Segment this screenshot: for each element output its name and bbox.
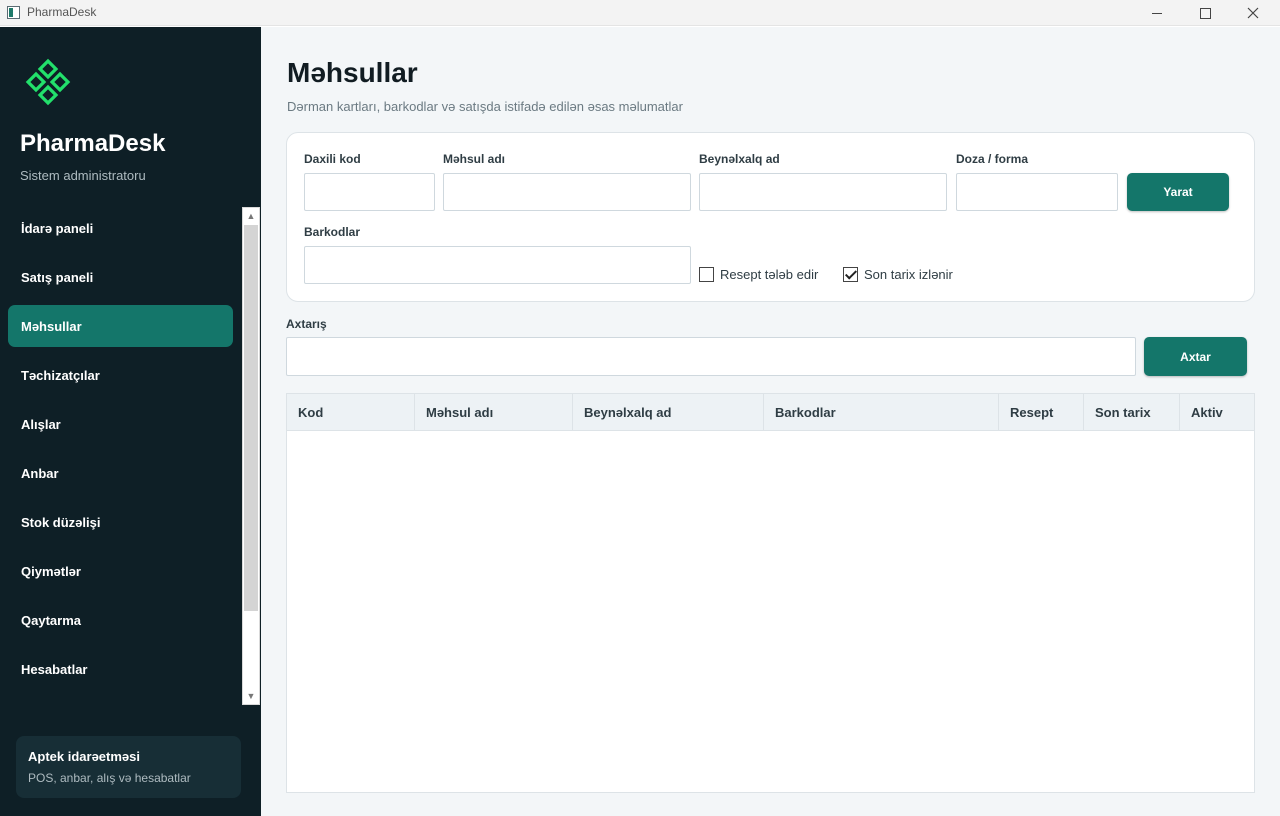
table-header: Kod Məhsul adı Beynəlxalq ad Barkodlar R… xyxy=(287,394,1254,431)
column-header-prescription[interactable]: Resept xyxy=(999,394,1084,431)
sidebar-item-stock-adjustment[interactable]: Stok düzəlişi xyxy=(8,501,233,543)
sidebar-scrollbar[interactable]: ▲ ▼ xyxy=(242,207,260,705)
sidebar: PharmaDesk Sistem administratoru İdarə p… xyxy=(0,27,261,816)
products-table: Kod Məhsul adı Beynəlxalq ad Barkodlar R… xyxy=(286,393,1255,793)
sidebar-item-reports[interactable]: Hesabatlar xyxy=(8,648,233,690)
sidebar-footer-card: Aptek idarəetməsi POS, anbar, alış və he… xyxy=(16,736,241,798)
user-role: Sistem administratoru xyxy=(20,168,146,183)
pharmadesk-logo-icon xyxy=(22,56,78,113)
sidebar-item-warehouse[interactable]: Anbar xyxy=(8,452,233,494)
sidebar-item-suppliers[interactable]: Təchizatçılar xyxy=(8,354,233,396)
column-header-barcodes[interactable]: Barkodlar xyxy=(764,394,999,431)
footer-subtitle: POS, anbar, alış və hesabatlar xyxy=(28,771,191,785)
main-content: Məhsullar Dərman kartları, barkodlar və … xyxy=(261,27,1280,816)
window-title: PharmaDesk xyxy=(27,5,97,19)
column-header-product-name[interactable]: Məhsul adı xyxy=(415,394,573,431)
dose-form-input[interactable] xyxy=(956,173,1118,211)
scroll-down-icon[interactable]: ▼ xyxy=(243,688,259,704)
international-name-label: Beynəlxalq ad xyxy=(699,152,780,166)
dose-form-label: Doza / forma xyxy=(956,152,1029,166)
create-button[interactable]: Yarat xyxy=(1127,173,1229,211)
maximize-button[interactable] xyxy=(1182,0,1228,26)
sidebar-item-purchases[interactable]: Alışlar xyxy=(8,403,233,445)
checkmark-icon xyxy=(843,267,858,282)
brand-name: PharmaDesk xyxy=(20,130,166,157)
column-header-active[interactable]: Aktiv xyxy=(1180,394,1254,431)
sidebar-item-products[interactable]: Məhsullar xyxy=(8,305,233,347)
page-title: Məhsullar xyxy=(287,57,418,88)
sidebar-item-sales-panel[interactable]: Satış paneli xyxy=(8,256,233,298)
expiry-tracked-label: Son tarix izlənir xyxy=(864,267,953,282)
footer-title: Aptek idarəetməsi xyxy=(28,749,140,764)
barcodes-input[interactable] xyxy=(304,246,691,284)
close-icon xyxy=(1247,7,1259,19)
search-button[interactable]: Axtar xyxy=(1144,337,1247,376)
column-header-code[interactable]: Kod xyxy=(287,394,415,431)
app-icon xyxy=(7,6,20,19)
product-form-card: Daxili kod Məhsul adı Beynəlxalq ad Doza… xyxy=(286,132,1255,302)
close-button[interactable] xyxy=(1230,0,1276,26)
column-header-international-name[interactable]: Beynəlxalq ad xyxy=(573,394,764,431)
product-name-input[interactable] xyxy=(443,173,691,211)
scrollbar-thumb[interactable] xyxy=(244,225,258,611)
internal-code-input[interactable] xyxy=(304,173,435,211)
scroll-up-icon[interactable]: ▲ xyxy=(243,208,259,224)
page-subtitle: Dərman kartları, barkodlar və satışda is… xyxy=(287,99,683,114)
prescription-required-label: Resept tələb edir xyxy=(720,267,819,282)
expiry-tracked-checkbox[interactable]: Son tarix izlənir xyxy=(843,267,953,282)
sidebar-item-dashboard[interactable]: İdarə paneli xyxy=(8,207,233,249)
sidebar-nav: İdarə paneli Satış paneli Məhsullar Təch… xyxy=(8,207,233,697)
sidebar-item-prices[interactable]: Qiymətlər xyxy=(8,550,233,592)
search-label: Axtarış xyxy=(286,317,327,331)
search-input[interactable] xyxy=(286,337,1136,376)
internal-code-label: Daxili kod xyxy=(304,152,361,166)
minimize-button[interactable] xyxy=(1134,0,1180,26)
product-name-label: Məhsul adı xyxy=(443,152,506,166)
international-name-input[interactable] xyxy=(699,173,947,211)
checkbox-unchecked-icon xyxy=(699,267,714,282)
barcodes-label: Barkodlar xyxy=(304,225,361,239)
sidebar-item-returns[interactable]: Qaytarma xyxy=(8,599,233,641)
prescription-required-checkbox[interactable]: Resept tələb edir xyxy=(699,267,818,282)
window-titlebar: PharmaDesk xyxy=(0,0,1280,26)
column-header-expiry[interactable]: Son tarix xyxy=(1084,394,1180,431)
